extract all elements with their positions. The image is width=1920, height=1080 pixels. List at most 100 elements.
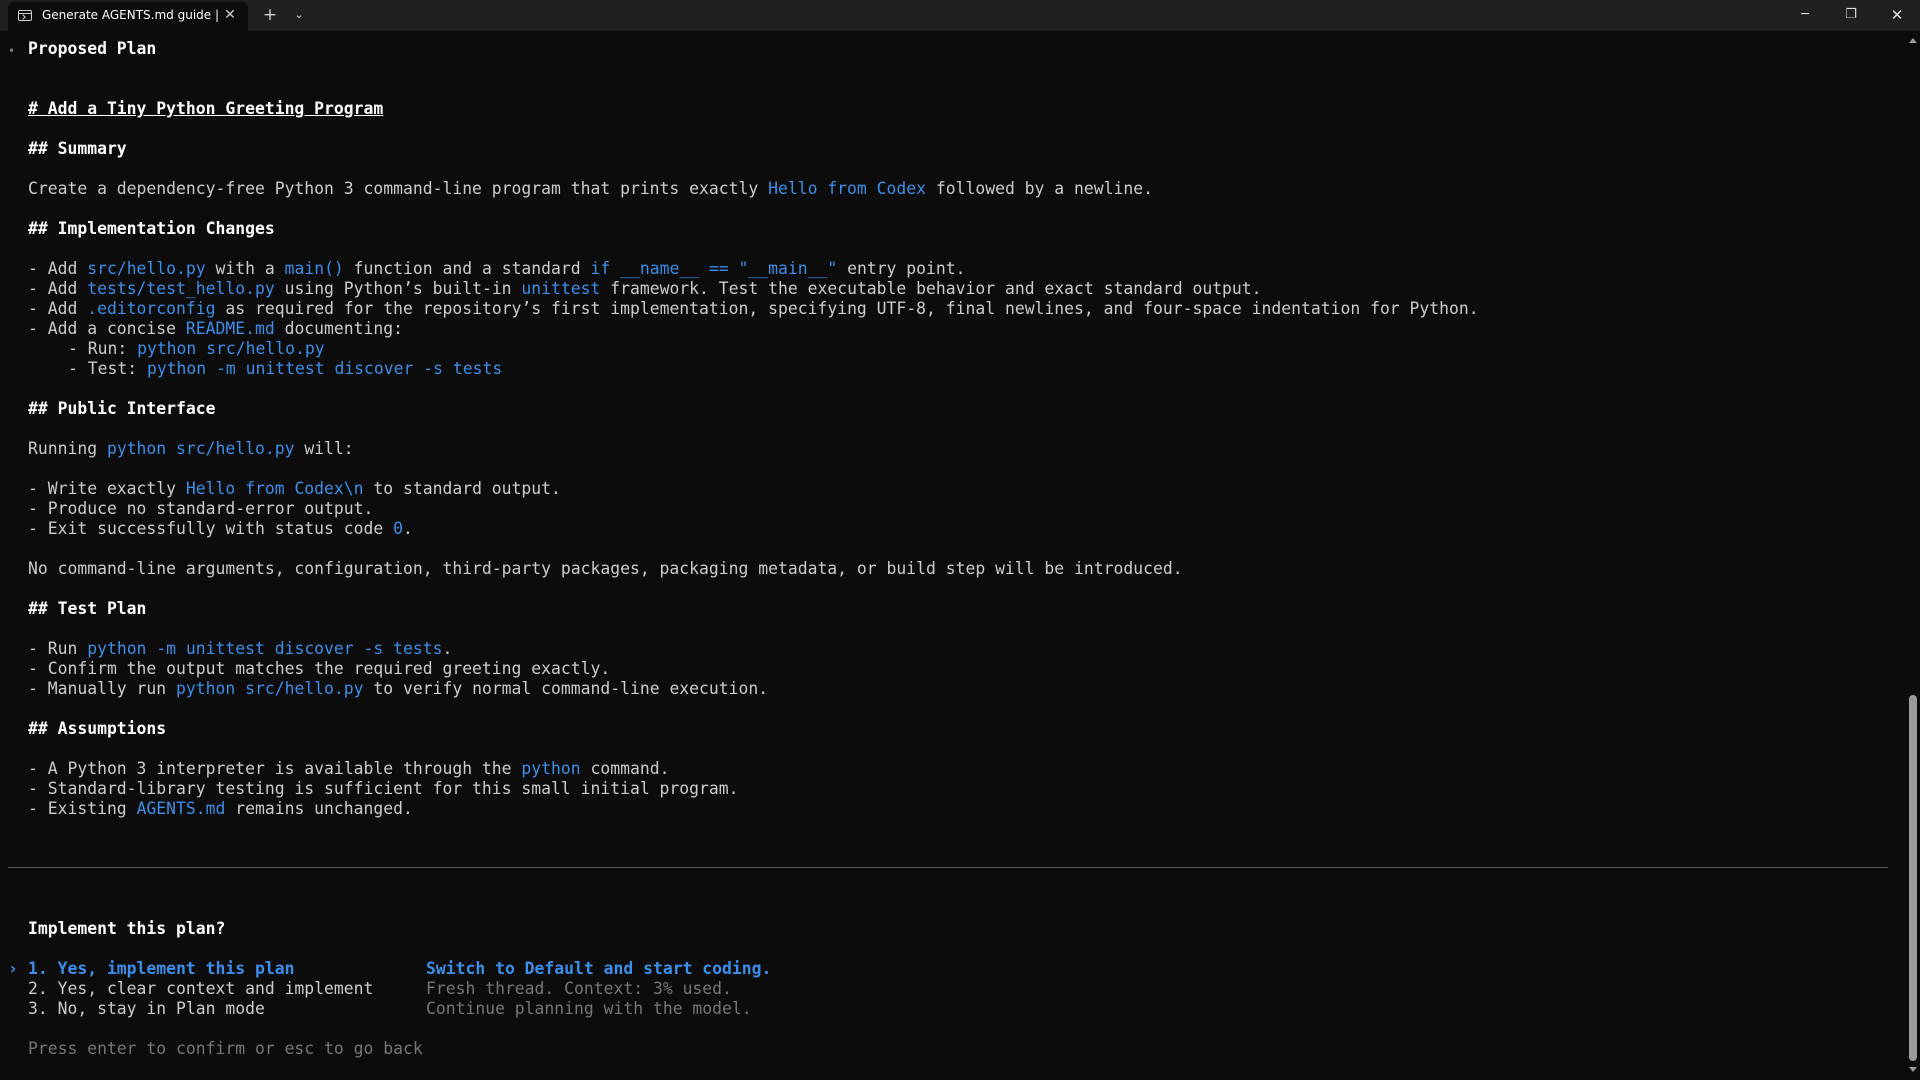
test-item-manual: - Manually run python src/hello.py to ve…: [28, 679, 768, 699]
public-item-stderr: - Produce no standard-error output.: [28, 499, 374, 518]
inline-code: README.md: [185, 319, 275, 338]
scroll-down-icon[interactable]: [1909, 1067, 1917, 1072]
assumption-interpreter: - A Python 3 interpreter is available th…: [28, 759, 669, 779]
text: .: [442, 639, 453, 658]
title-bar: Generate AGENTS.md guide | ✕ + ⌄ ─ ❐ ✕: [0, 0, 1920, 31]
text: .: [403, 519, 413, 538]
public-item-write: - Write exactly Hello from Codex\n to st…: [28, 479, 561, 499]
inline-code: unittest: [521, 279, 601, 298]
inline-code: 0: [393, 519, 403, 538]
prompt-hint: Press enter to confirm or esc to go back: [28, 1039, 423, 1058]
text: documenting:: [274, 319, 403, 338]
public-interface-heading: ## Public Interface: [28, 399, 216, 418]
scroll-up-icon[interactable]: [1909, 38, 1917, 43]
assumption-agents: - Existing AGENTS.md remains unchanged.: [28, 799, 413, 819]
tab-title: Generate AGENTS.md guide |: [42, 8, 220, 22]
close-window-button[interactable]: ✕: [1874, 0, 1920, 30]
text: - Run: [28, 639, 88, 658]
inline-code: python -m unittest discover -s tests: [87, 639, 443, 658]
implementation-heading: ## Implementation Changes: [28, 219, 275, 238]
proposed-plan-heading: Proposed Plan: [28, 39, 157, 58]
divider: [8, 867, 1888, 868]
inline-code: python: [521, 759, 581, 778]
option-description: Continue planning with the model.: [426, 999, 752, 1018]
text: - Exit successfully with status code: [28, 519, 394, 538]
text: - Manually run: [28, 679, 177, 698]
option-description: Switch to Default and start coding.: [426, 959, 772, 978]
inline-code: AGENTS.md: [136, 799, 226, 818]
text: - Write exactly: [28, 479, 186, 498]
new-tab-button[interactable]: +: [260, 3, 280, 27]
text: Running: [28, 439, 107, 458]
public-note: No command-line arguments, configuration…: [28, 559, 1183, 578]
inline-code: python src/hello.py: [137, 339, 325, 358]
impl-subitem-test: - Test: python -m unittest discover -s t…: [68, 359, 502, 379]
public-running-line: Running python src/hello.py will:: [28, 439, 354, 459]
terminal-output[interactable]: • Proposed Plan # Add a Tiny Python Gree…: [0, 31, 1906, 1080]
text: to verify normal command-line execution.: [363, 679, 769, 698]
vertical-scrollbar[interactable]: [1906, 31, 1920, 1080]
minimize-button[interactable]: ─: [1782, 0, 1828, 30]
prompt-question: Implement this plan?: [28, 919, 226, 938]
inline-code: tests/test_hello.py: [87, 279, 275, 298]
text: - Add: [28, 279, 88, 298]
inline-code: if __name__ == "__main__": [590, 259, 838, 278]
text: using Python’s built-in: [274, 279, 522, 298]
bullet-icon: •: [8, 44, 16, 58]
summary-text: Create a dependency-free Python 3 comman…: [28, 179, 1153, 199]
summary-heading: ## Summary: [28, 139, 127, 158]
chevron-down-icon[interactable]: ⌄: [289, 3, 309, 27]
text: - Add a concise: [28, 319, 186, 338]
text: - Test:: [68, 359, 147, 378]
text: to standard output.: [363, 479, 561, 498]
option-stay-plan[interactable]: 3. No, stay in Plan mode Continue plannin…: [28, 999, 752, 1019]
impl-subitem-run: - Run: python src/hello.py: [68, 339, 325, 359]
impl-item-readme: - Add a concise README.md documenting:: [28, 319, 403, 339]
public-item-exit: - Exit successfully with status code 0.: [28, 519, 413, 539]
terminal-icon: [18, 10, 32, 21]
option-implement[interactable]: 1. Yes, implement this plan Switch to Def…: [28, 959, 771, 979]
close-tab-icon[interactable]: ✕: [220, 5, 240, 25]
assumptions-heading: ## Assumptions: [28, 719, 167, 738]
text: followed by a newline.: [926, 179, 1153, 198]
inline-code: python src/hello.py: [106, 439, 295, 458]
text: function and a standard: [343, 259, 591, 278]
plan-title: # Add a Tiny Python Greeting Program: [28, 99, 384, 118]
text: - A Python 3 interpreter is available th…: [28, 759, 522, 778]
inline-code: Hello from Codex: [768, 179, 926, 198]
text: remains unchanged.: [225, 799, 413, 818]
text: will:: [294, 439, 354, 458]
impl-item-hello: - Add src/hello.py with a main() functio…: [28, 259, 966, 279]
inline-code: src/hello.py: [87, 259, 206, 278]
impl-item-editorconfig: - Add .editorconfig as required for the …: [28, 299, 1479, 319]
text: - Add: [28, 299, 88, 318]
option-description: Fresh thread. Context: 3% used.: [426, 979, 732, 998]
text: Create a dependency-free Python 3 comman…: [28, 179, 769, 198]
terminal-tab[interactable]: Generate AGENTS.md guide | ✕: [8, 2, 248, 31]
assumption-stdlib: - Standard-library testing is sufficient…: [28, 779, 739, 798]
inline-code: Hello from Codex\n: [185, 479, 364, 498]
restore-button[interactable]: ❐: [1828, 0, 1874, 30]
option-clear-context[interactable]: 2. Yes, clear context and implement Fresh…: [28, 979, 732, 999]
text: - Add: [28, 259, 88, 278]
option-label: 2. Yes, clear context and implement: [28, 979, 374, 998]
text: - Run:: [68, 339, 138, 358]
inline-code: python src/hello.py: [176, 679, 364, 698]
selection-marker-icon: ›: [8, 959, 18, 978]
inline-code: python -m unittest discover -s tests: [146, 359, 503, 378]
test-item-confirm: - Confirm the output matches the require…: [28, 659, 611, 678]
text: entry point.: [837, 259, 966, 278]
option-label: 3. No, stay in Plan mode: [28, 999, 265, 1018]
inline-code: main(): [284, 259, 344, 278]
text: with a: [205, 259, 285, 278]
test-item-run: - Run python -m unittest discover -s tes…: [28, 639, 452, 659]
text: - Existing: [28, 799, 137, 818]
impl-item-tests: - Add tests/test_hello.py using Python’s…: [28, 279, 1262, 299]
text: as required for the repository’s first i…: [215, 299, 1479, 318]
scrollbar-thumb[interactable]: [1909, 695, 1917, 1061]
text: command.: [580, 759, 670, 778]
option-label: 1. Yes, implement this plan: [28, 959, 295, 978]
text: framework. Test the executable behavior …: [600, 279, 1262, 298]
inline-code: .editorconfig: [87, 299, 216, 318]
test-plan-heading: ## Test Plan: [28, 599, 147, 618]
